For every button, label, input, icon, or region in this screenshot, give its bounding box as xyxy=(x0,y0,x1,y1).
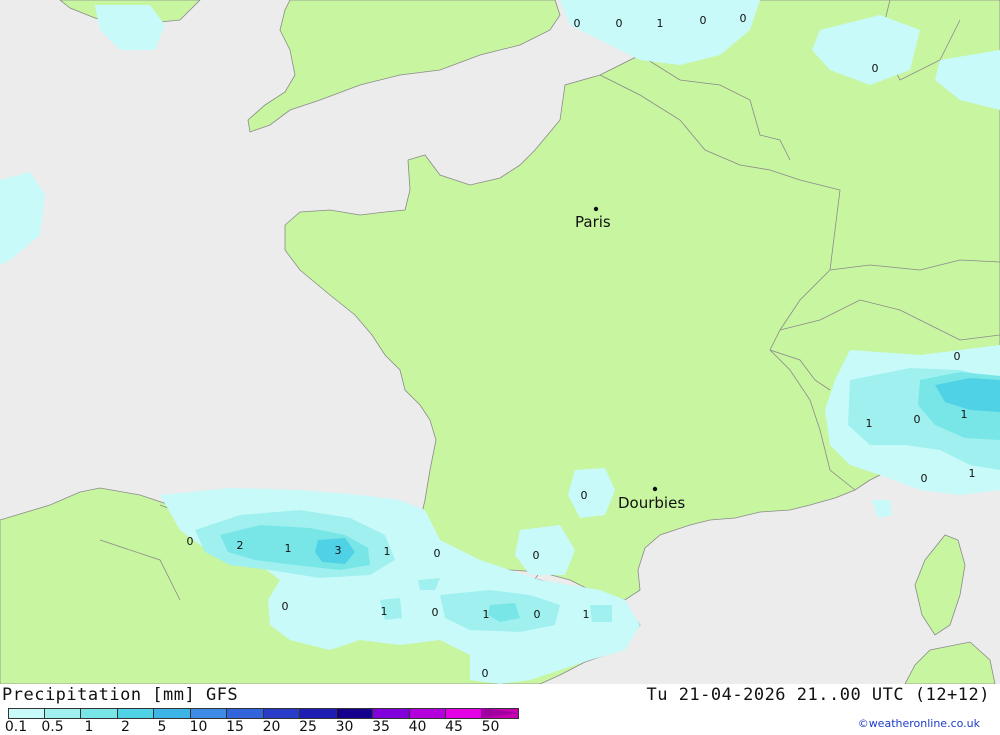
precip-label: 1 xyxy=(969,467,976,480)
precip-label: 0 xyxy=(872,62,879,75)
color-scale xyxy=(8,708,519,719)
precip-label: 1 xyxy=(583,608,590,621)
precip-label: 0 xyxy=(534,608,541,621)
precip-label: 0 xyxy=(616,17,623,30)
precip-label: 0 xyxy=(574,17,581,30)
credit-link[interactable]: ©weatheronline.co.uk xyxy=(858,717,980,730)
precip-label: 0 xyxy=(187,535,194,548)
precip-label: 0 xyxy=(432,606,439,619)
map-title: Precipitation [mm] GFS xyxy=(2,685,239,705)
precip-label: 0 xyxy=(533,549,540,562)
precip-label: 3 xyxy=(335,544,342,557)
precip-label: 1 xyxy=(384,545,391,558)
scale-swatch xyxy=(117,708,154,719)
scale-swatch xyxy=(300,708,337,719)
precip-label: 1 xyxy=(483,608,490,621)
scale-swatch xyxy=(263,708,300,719)
scale-swatch xyxy=(190,708,227,719)
precip-label: 1 xyxy=(285,542,292,555)
scale-swatch xyxy=(227,708,264,719)
precip-label: 0 xyxy=(282,600,289,613)
scale-swatch xyxy=(44,708,81,719)
scale-swatch xyxy=(336,708,373,719)
precip-label: 1 xyxy=(381,605,388,618)
precip-label: 0 xyxy=(740,12,747,25)
city-label-dourbies: Dourbies xyxy=(618,494,685,512)
valid-time: Tu 21-04-2026 21..00 UTC (12+12) xyxy=(646,685,990,705)
city-marker xyxy=(652,486,658,492)
scale-swatch xyxy=(154,708,191,719)
scale-swatch xyxy=(81,708,118,719)
precip-label: 0 xyxy=(581,489,588,502)
weather-map-view: 0 0 1 0 0 0 2 1 3 1 0 0 0 1 0 1 0 1 0 0 … xyxy=(0,0,1000,735)
precip-label: 1 xyxy=(961,408,968,421)
scale-swatch xyxy=(446,708,483,719)
precip-label: 1 xyxy=(866,417,873,430)
map-footer: Precipitation [mm] GFS Tu 21-04-2026 21.… xyxy=(0,684,1000,735)
precip-label: 0 xyxy=(700,14,707,27)
city-marker xyxy=(593,206,599,212)
precip-label: 0 xyxy=(434,547,441,560)
scale-swatch xyxy=(409,708,446,719)
scale-swatch xyxy=(373,708,410,719)
precip-label: 0 xyxy=(914,413,921,426)
color-scale-arrow xyxy=(481,708,519,718)
precipitation-map[interactable]: 0 0 1 0 0 0 2 1 3 1 0 0 0 1 0 1 0 1 0 0 … xyxy=(0,0,1000,684)
precip-label: 1 xyxy=(657,17,664,30)
precip-label: 2 xyxy=(237,539,244,552)
city-label-paris: Paris xyxy=(575,213,611,231)
scale-swatch xyxy=(8,708,45,719)
precip-label: 0 xyxy=(921,472,928,485)
precip-label: 0 xyxy=(482,667,489,680)
precip-label: 0 xyxy=(954,350,961,363)
